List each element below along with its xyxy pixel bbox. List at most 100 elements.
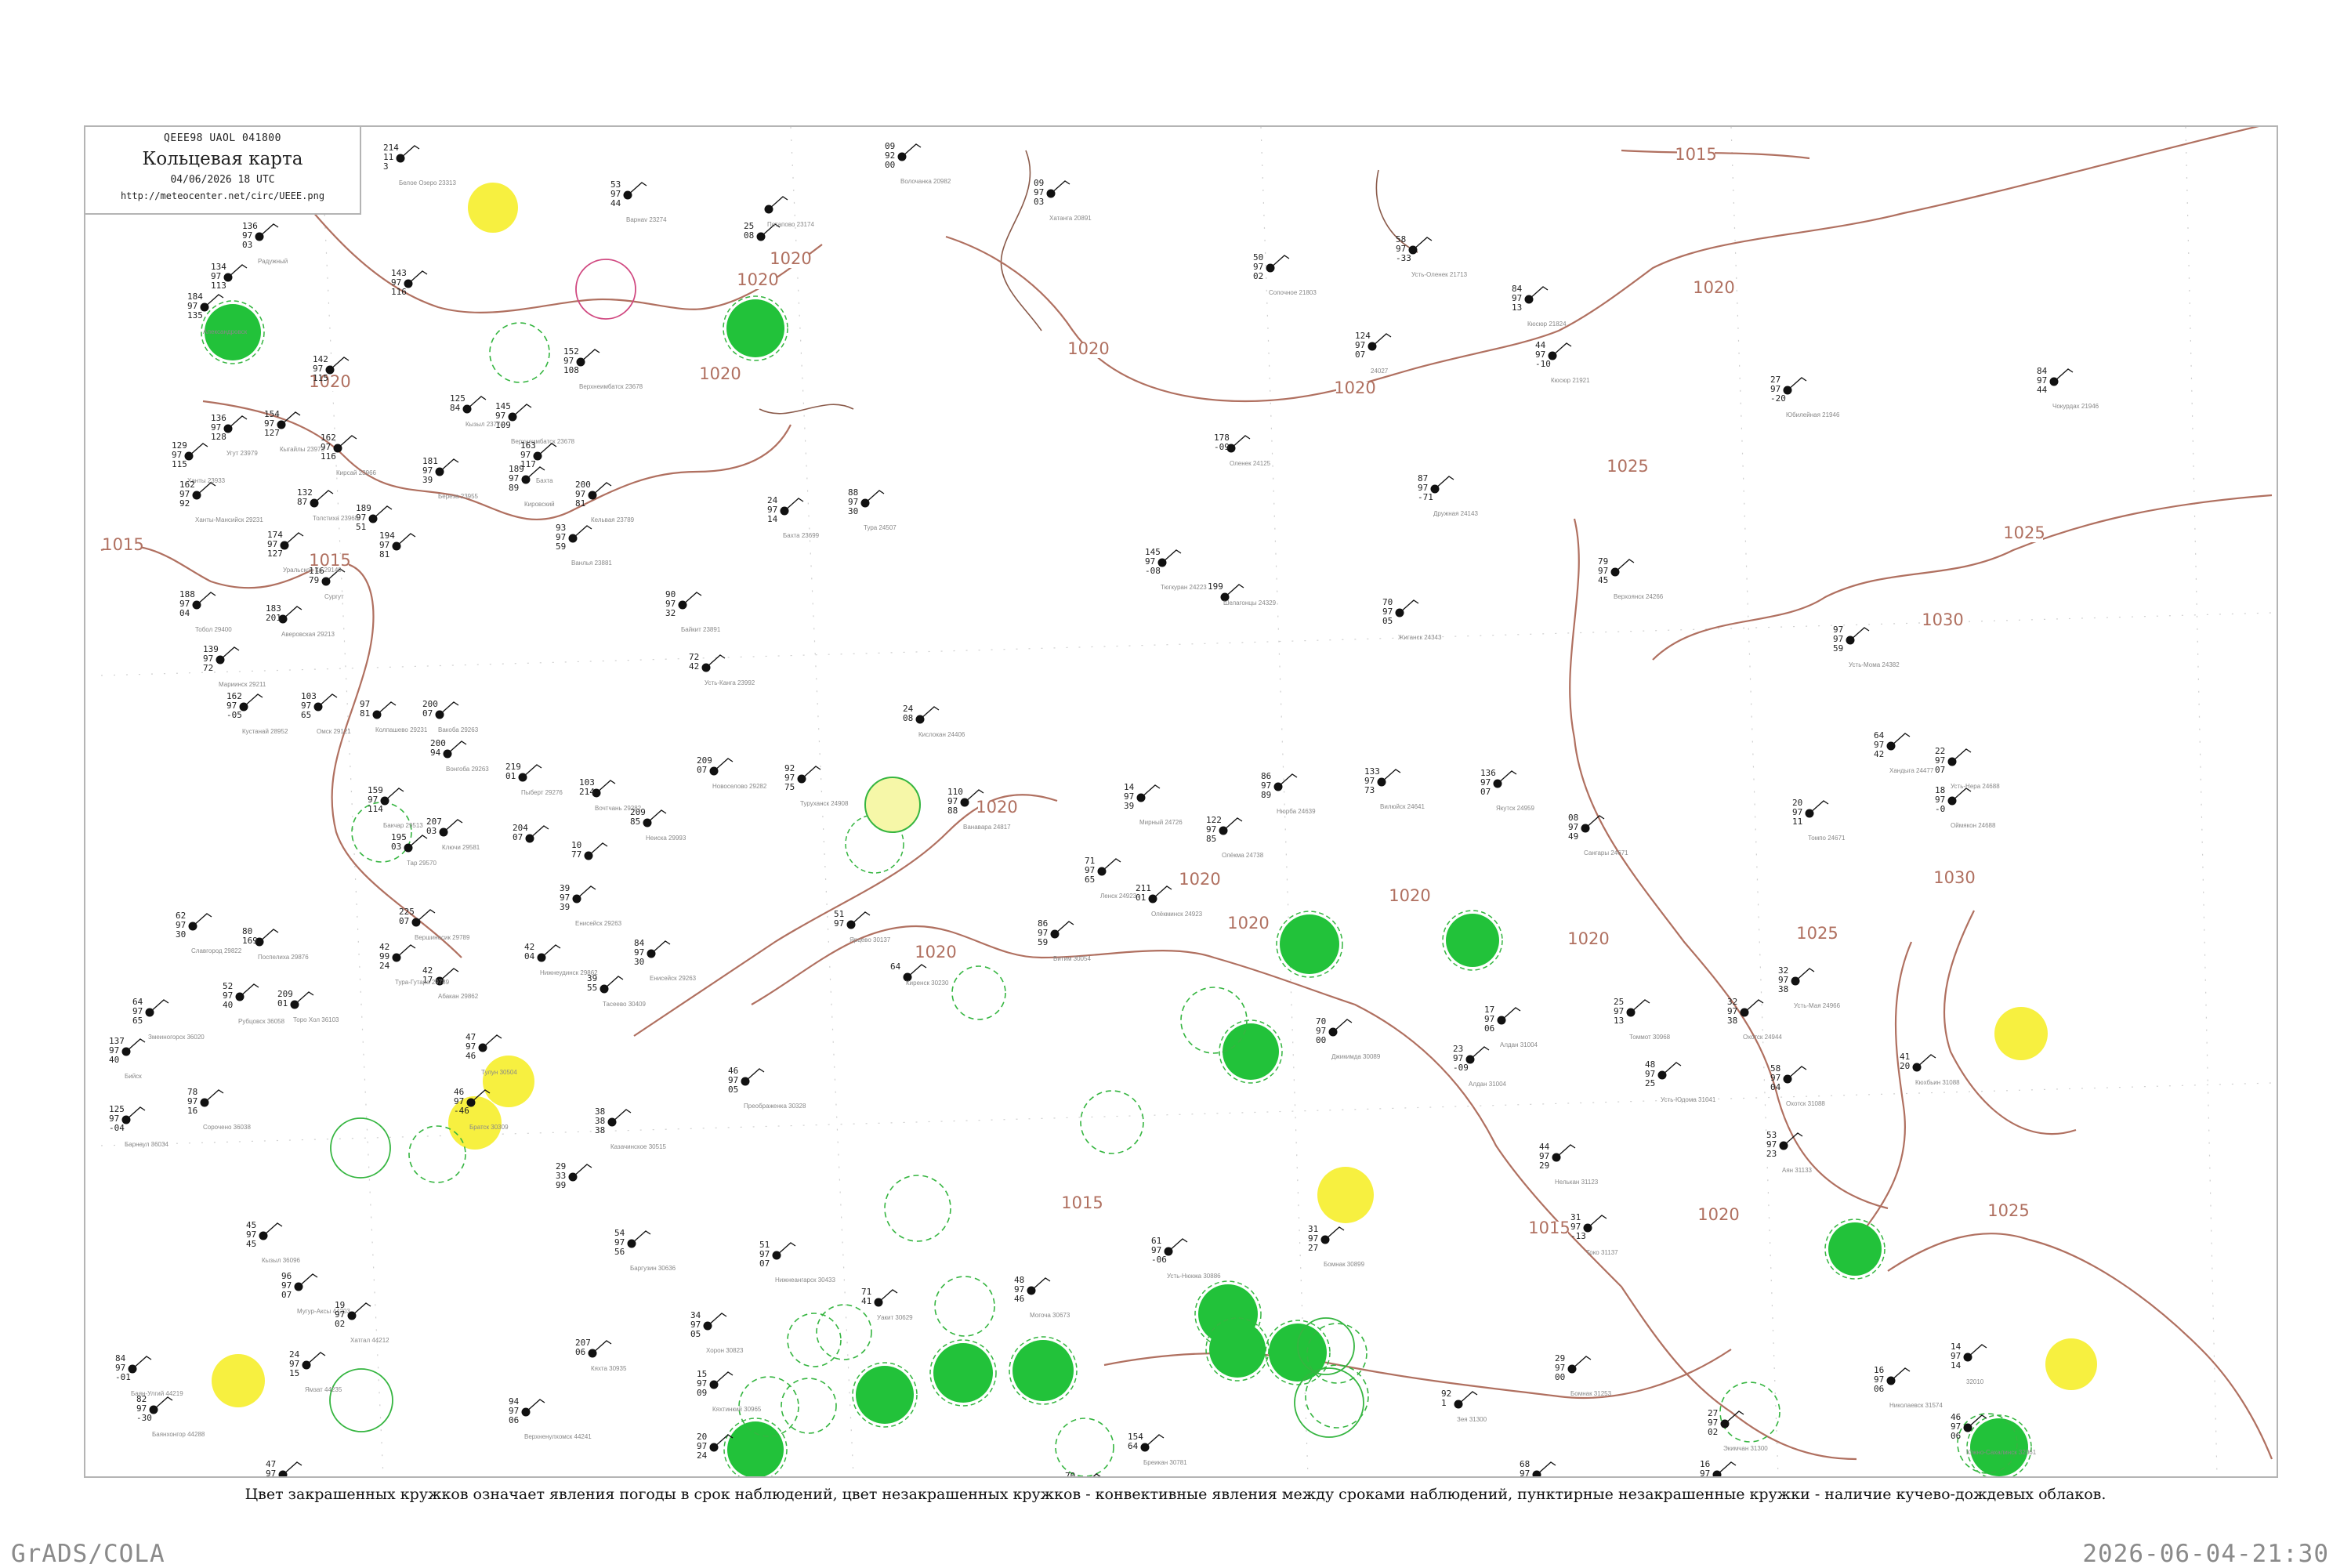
station-plot[interactable]: 199702Хатгал 44212 <box>335 1300 389 1344</box>
station-plot[interactable]: 8297-30Баянхонгор 44288 <box>136 1394 205 1438</box>
station-plot[interactable]: 20007Вакоба 29263 <box>422 699 479 733</box>
station-plot[interactable]: 293399 <box>556 1161 592 1190</box>
station-plot[interactable]: 14971432010 <box>1951 1342 1987 1385</box>
station-plot[interactable]: 8797-71Дружная 24143 <box>1418 473 1478 517</box>
station-plot[interactable]: 921Зея 31300 <box>1441 1389 1487 1423</box>
station-plot[interactable]: 3197-13Токо 31137 <box>1570 1212 1618 1256</box>
station-plot[interactable]: 6897-06Бирк 31388 <box>1520 1459 1569 1476</box>
station-plot[interactable]: 709705Жиганск 24343 <box>1382 597 1442 641</box>
station-plot[interactable]: 539723Аян 31133 <box>1766 1130 1813 1174</box>
station-plot[interactable]: 14597109Верхнеимбатск 23678 <box>495 401 575 445</box>
station-plot[interactable]: 1889704Тобол 29400 <box>179 589 232 633</box>
station-plot[interactable]: 939759Ванлья 23881 <box>556 523 612 567</box>
station-plot[interactable]: 124970724027 <box>1355 331 1392 375</box>
station-plot[interactable]: 1229785Олёкма 24738 <box>1206 815 1264 859</box>
station-plot[interactable]: 20706Кяхта 30935 <box>575 1338 627 1372</box>
station-plot[interactable]: 214113Белое Озеро 23313 <box>383 143 456 186</box>
station-plot[interactable]: 15464Бреикан 30781 <box>1128 1432 1187 1466</box>
station-plot[interactable]: 1629792Ханты-Мансийск 29231 <box>179 480 263 523</box>
station-plot[interactable]: 279702Экимчан 31300 <box>1708 1408 1768 1452</box>
station-plot[interactable]: 299700Бомнак 31253 <box>1555 1353 1612 1397</box>
station-plot[interactable]: 80169Поспелиха 29876 <box>242 926 309 961</box>
station-plot[interactable]: 16297-05Кустанай 28952 <box>226 691 288 735</box>
station-plot[interactable]: 539744Варнаv 23274 <box>610 179 667 223</box>
station-plot[interactable]: 178-09Оленек 24125 <box>1214 433 1271 467</box>
station-plot[interactable]: 103214Вочтчань 29282 <box>579 777 642 812</box>
station-plot[interactable]: 179706Алдан 31004 <box>1484 1005 1538 1048</box>
station-plot[interactable]: 909732Байкит 23891 <box>665 589 721 633</box>
station-plot[interactable]: 229707Усть-Нера 24688 <box>1935 746 2000 790</box>
station-plot[interactable]: 64 Киренск 30230 <box>890 961 949 987</box>
station-plot[interactable]: 7043Кураш Завод 30879 <box>1065 1471 1139 1476</box>
station-plot[interactable]: 1899751 <box>356 503 393 532</box>
station-plot[interactable]: 869759Витим 30054 <box>1038 918 1091 962</box>
station-plot[interactable]: 13697128Угут 23979 <box>211 413 258 457</box>
station-plot[interactable]: 159709Кяхтинкий 30965 <box>697 1369 762 1413</box>
station-plot[interactable]: 1369707Якутск 24959 <box>1480 768 1534 812</box>
station-plot[interactable]: 089749Сангары 24671 <box>1568 813 1628 856</box>
station-plot[interactable]: 2408Кислокан 24406 <box>903 704 965 738</box>
station-plot[interactable]: 15497127Кыгайлы 23973 <box>264 409 325 453</box>
station-plot[interactable]: 1077 <box>571 840 608 860</box>
station-plot[interactable]: 449729Нелькан 31123 <box>1539 1142 1599 1186</box>
station-plot[interactable]: 20901Торо Хол 36103 <box>277 989 339 1023</box>
station-plot[interactable]: 849730Енисейск 29263 <box>634 938 697 982</box>
station-plot[interactable]: 479746Тулун 30504 <box>465 1032 517 1076</box>
station-plot[interactable]: 949706Верхненулхомск 44241 <box>509 1396 592 1440</box>
station-plot[interactable]: 849744Чокурдах 21946 <box>2037 366 2099 410</box>
station-plot[interactable]: 22507Вершиносик 29789 <box>399 907 470 941</box>
station-plot[interactable]: 329738Охотск 24944 <box>1727 997 1782 1041</box>
station-plot[interactable]: 13497113 <box>211 262 248 291</box>
station-plot[interactable]: 489746Могоча 30673 <box>1014 1275 1070 1319</box>
station-plot[interactable]: 15297108Верхнеимбатск 23678 <box>563 346 643 390</box>
station-plot[interactable]: 429924Тура-Гутара 29789 <box>379 942 450 986</box>
station-plot[interactable]: 20907Новоселово 29282 <box>697 755 767 790</box>
station-plot[interactable]: 209724 <box>697 1432 734 1461</box>
station-plot[interactable]: 349705Хорон 30823 <box>690 1310 744 1354</box>
station-plot[interactable]: 319727Бомнак 30899 <box>1308 1224 1365 1268</box>
station-plot[interactable]: 4204Нижнеудинск 29862 <box>524 942 598 976</box>
station-plot[interactable]: 16297116Кирсай 23966 <box>321 433 377 476</box>
station-plot[interactable]: 1819739Береза 23955 <box>422 456 479 500</box>
station-plot[interactable]: 6197-06Усть-Нюкжа 30886 <box>1151 1236 1221 1280</box>
station-plot[interactable]: 249715Ямзат 44235 <box>289 1349 342 1393</box>
station-plot[interactable]: 649765Змеиногорск 36020 <box>132 997 205 1041</box>
station-plot[interactable]: 1369703Радужный <box>242 221 288 265</box>
station-plot[interactable]: 20094Вонгоба 29263 <box>430 738 489 773</box>
station-plot[interactable]: 12997115Ханты 23933 <box>172 440 226 484</box>
station-plot[interactable]: 479714Шапнай 44268 <box>266 1459 324 1476</box>
station-plot[interactable]: 5897-33Усть-Оленек 21713 <box>1396 234 1468 278</box>
station-plot[interactable]: 799745Верхоянск 24266 <box>1598 556 1664 600</box>
station-plot[interactable]: 099200Волочанка 20982 <box>885 141 951 185</box>
station-plot[interactable]: 259713Томмот 30968 <box>1614 997 1671 1041</box>
station-plot[interactable]: 209711Томпо 24671 <box>1792 798 1846 842</box>
station-plot[interactable]: 183201Аверовская 29213 <box>266 603 335 638</box>
station-plot[interactable]: 169706Николаевск 31574 <box>1874 1365 1943 1409</box>
station-plot[interactable]: 529740Рубцовск 36058 <box>223 981 285 1025</box>
station-plot[interactable]: 249714Бахта 23699 <box>767 495 820 539</box>
station-plot[interactable]: 4497-10Кюсюр 21921 <box>1535 340 1590 384</box>
station-plot[interactable]: 709700Джикимда 30089 <box>1316 1016 1381 1060</box>
station-plot[interactable]: 929775Туруханск 24908 <box>784 763 849 807</box>
station-plot[interactable]: 789716Сорочено 36038 <box>187 1087 251 1131</box>
station-plot[interactable]: 9781Колпашево 29231 <box>360 699 428 733</box>
station-plot[interactable]: 459745Кызыл 36096 <box>246 1220 301 1264</box>
station-plot[interactable]: 199Шелагонцы 24329 <box>1208 581 1277 607</box>
station-plot[interactable]: 1339773Вилюйск 24641 <box>1364 766 1425 810</box>
station-plot[interactable]: 20703Ключи 29581 <box>426 817 480 851</box>
station-plot[interactable]: 15997114Бакчар 29513 <box>368 785 423 829</box>
station-plot[interactable]: 099703Хатанга 20891 <box>1034 178 1092 222</box>
station-plot[interactable]: 7141Уакит 30629 <box>861 1287 913 1321</box>
station-plot[interactable]: 4120Кюхбьин 31088 <box>1900 1052 1960 1086</box>
station-plot[interactable]: 549756Баргузин 30636 <box>614 1228 676 1272</box>
station-plot[interactable]: 1399772Мариинск 29211 <box>203 644 266 688</box>
station-plot[interactable]: 979759Усть-Мома 24382 <box>1833 625 1900 668</box>
station-plot[interactable]: 469705Преображенка 30328 <box>728 1066 806 1110</box>
station-plot[interactable]: 719765Ленск 24923 <box>1085 856 1137 900</box>
station-plot[interactable]: 2397-09Алдан 31004 <box>1453 1044 1507 1088</box>
station-plot[interactable]: 12597-04Барнаул 36034 <box>109 1104 168 1148</box>
station-plot[interactable]: 1697-25Хабаровск 31735 <box>1700 1459 1766 1476</box>
station-plot[interactable]: 14597-08Тюгкуран 24223 <box>1145 547 1207 591</box>
station-plot[interactable]: 13287Толстиха 23968 <box>297 487 359 522</box>
station-plot[interactable]: 1899789Кировский <box>509 464 555 508</box>
